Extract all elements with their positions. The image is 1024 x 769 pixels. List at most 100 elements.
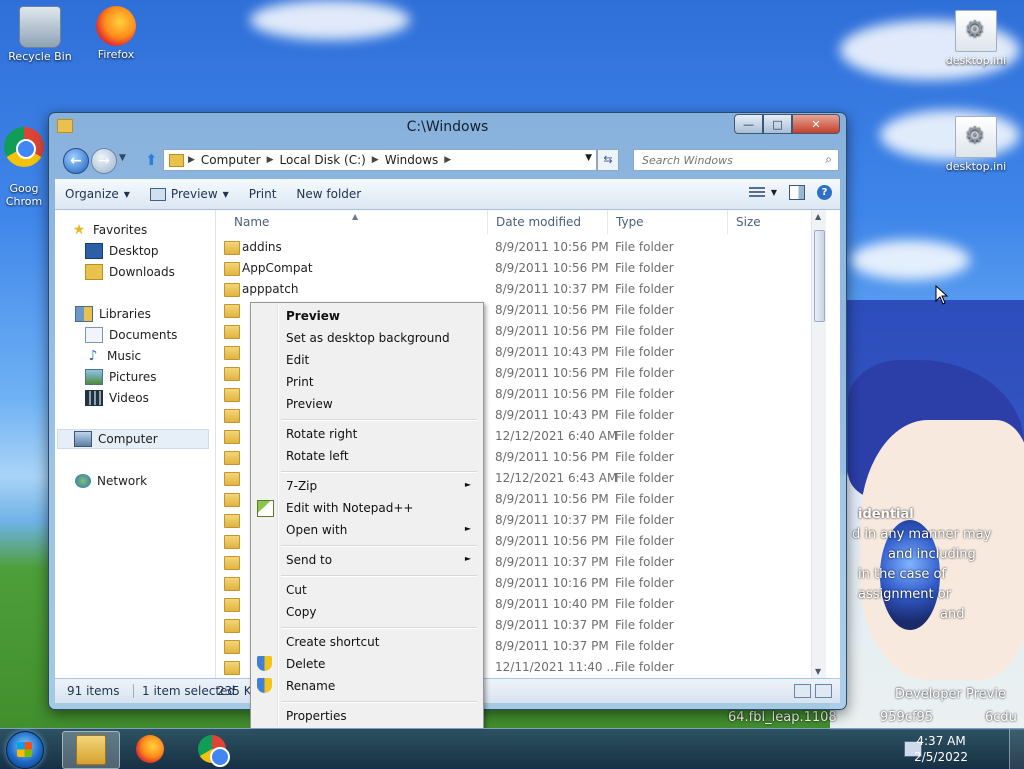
window-title: C:\Windows — [406, 119, 489, 135]
wallpaper-text: 959cf95 — [880, 710, 934, 725]
menu-item-label: Properties — [286, 709, 347, 723]
preview-pane-icon[interactable] — [789, 185, 805, 200]
recent-pages-dropdown[interactable]: ▼ — [119, 153, 126, 163]
menu-item-copy[interactable]: Copy — [251, 601, 481, 623]
chevron-right-icon[interactable]: ▶ — [444, 155, 451, 165]
desktop-icon-firefox[interactable]: Firefox — [78, 6, 154, 61]
breadcrumb-computer[interactable]: Computer — [195, 153, 267, 167]
maximize-button[interactable]: □ — [763, 114, 792, 134]
large-icons-view-icon[interactable] — [815, 684, 832, 698]
preview-button[interactable]: Preview ▼ — [140, 187, 239, 201]
scroll-down-icon[interactable]: ▼ — [815, 667, 821, 676]
scrollbar-thumb[interactable] — [814, 230, 825, 322]
nav-item-videos[interactable]: Videos — [85, 390, 149, 406]
folder-icon — [224, 367, 240, 381]
table-row[interactable]: addins 8/9/2011 10:56 PM File folder — [216, 237, 826, 258]
vertical-scrollbar[interactable]: ▲ ▼ — [811, 210, 826, 678]
nav-item-downloads[interactable]: Downloads — [85, 264, 175, 280]
desktop-icon-recycle-bin[interactable]: Recycle Bin — [2, 6, 78, 63]
menu-item-edit-with-notepad[interactable]: Edit with Notepad++ — [251, 497, 481, 519]
column-label: Name — [234, 215, 270, 229]
chevron-right-icon[interactable]: ▶ — [372, 155, 379, 165]
menu-item-delete[interactable]: Delete — [251, 653, 481, 675]
uac-shield-icon — [257, 656, 272, 671]
menu-item-label: Delete — [286, 657, 326, 671]
nav-item-desktop[interactable]: Desktop — [85, 243, 159, 259]
breadcrumb-windows[interactable]: Windows — [379, 153, 445, 167]
chevron-down-icon[interactable]: ▼ — [585, 153, 592, 163]
menu-item-rotate-left[interactable]: Rotate left — [251, 445, 481, 467]
breadcrumb-local-disk[interactable]: Local Disk (C:) — [274, 153, 372, 167]
column-header-date-modified[interactable]: Date modified — [488, 210, 608, 234]
close-button[interactable]: ✕ — [792, 114, 840, 134]
new-folder-button[interactable]: New folder — [286, 187, 371, 201]
menu-item-open-with[interactable]: Open with ► — [251, 519, 481, 541]
refresh-button[interactable]: ⇆ — [597, 149, 619, 171]
show-desktop-button[interactable] — [1009, 729, 1024, 769]
change-view-button[interactable]: ▼ — [748, 186, 777, 199]
explorer-icon — [76, 735, 106, 765]
details-view-icon[interactable] — [794, 684, 811, 698]
desktop-icon-desktop-ini[interactable]: desktop.ini — [938, 116, 1014, 173]
menu-item-create-shortcut[interactable]: Create shortcut — [251, 631, 481, 653]
clock[interactable]: 4:37 AM 2/5/2022 — [914, 733, 968, 765]
desktop-icon-desktop-ini[interactable]: desktop.ini — [938, 10, 1014, 67]
uac-shield-icon — [257, 678, 272, 693]
column-header-size[interactable]: Size — [728, 210, 812, 234]
nav-item-libraries[interactable]: Libraries — [75, 306, 151, 322]
column-header-name[interactable]: Name ▲ — [226, 210, 488, 234]
table-row[interactable]: AppCompat 8/9/2011 10:56 PM File folder — [216, 258, 826, 279]
menu-item-set-desktop-background[interactable]: Set as desktop background — [251, 327, 481, 349]
search-icon[interactable]: ⌕ — [825, 152, 832, 167]
menu-item-properties[interactable]: Properties — [251, 705, 481, 727]
menu-item-7-zip[interactable]: 7-Zip ► — [251, 475, 481, 497]
title-bar[interactable]: C:\Windows — □ ✕ — [49, 113, 846, 141]
start-button[interactable] — [6, 731, 44, 769]
organize-button[interactable]: Organize ▼ — [55, 187, 140, 201]
nav-item-documents[interactable]: Documents — [85, 327, 177, 343]
column-header-type[interactable]: Type — [608, 210, 728, 234]
desktop-icon-chrome[interactable]: Goog Chrom — [0, 114, 52, 221]
menu-item-print[interactable]: Print — [251, 371, 481, 393]
nav-item-computer[interactable]: Computer — [57, 429, 209, 449]
taskbar-firefox[interactable] — [122, 731, 178, 767]
menu-item-preview-bold[interactable]: Preview — [251, 305, 481, 327]
print-button[interactable]: Print — [239, 187, 287, 201]
back-button[interactable]: ← — [63, 148, 89, 174]
address-bar[interactable]: ▶ Computer ▶ Local Disk (C:) ▶ Windows ▶… — [163, 149, 597, 171]
nav-label: Computer — [98, 432, 158, 446]
file-type: File folder — [615, 282, 674, 296]
nav-item-favorites[interactable]: ★ Favorites — [71, 222, 148, 238]
chevron-right-icon[interactable]: ▶ — [267, 155, 274, 165]
search-box[interactable]: ⌕ — [633, 149, 839, 171]
folder-icon — [224, 409, 240, 423]
file-date: 12/12/2021 6:40 AM — [495, 429, 618, 443]
menu-item-cut[interactable]: Cut — [251, 579, 481, 601]
table-row[interactable]: apppatch 8/9/2011 10:37 PM File folder — [216, 279, 826, 300]
file-date: 8/9/2011 10:56 PM — [495, 366, 609, 380]
taskbar-explorer[interactable] — [62, 731, 120, 769]
nav-item-network[interactable]: Network — [75, 474, 147, 488]
submenu-arrow-icon: ► — [464, 524, 471, 533]
settings-file-icon — [955, 10, 997, 52]
menu-item-rotate-right[interactable]: Rotate right — [251, 423, 481, 445]
menu-item-edit[interactable]: Edit — [251, 349, 481, 371]
music-icon: ♪ — [88, 348, 98, 364]
search-input[interactable] — [640, 150, 814, 170]
nav-item-music[interactable]: ♪ Music — [85, 348, 142, 364]
forward-button[interactable]: → — [91, 148, 117, 174]
folder-icon — [224, 661, 240, 675]
firefox-icon — [136, 735, 164, 763]
file-type: File folder — [615, 366, 674, 380]
menu-item-rename[interactable]: Rename — [251, 675, 481, 697]
taskbar-chrome[interactable] — [184, 731, 240, 767]
minimize-button[interactable]: — — [734, 114, 763, 134]
menu-item-preview[interactable]: Preview — [251, 393, 481, 415]
help-icon[interactable]: ? — [817, 185, 832, 200]
file-type: File folder — [615, 576, 674, 590]
chevron-right-icon[interactable]: ▶ — [188, 155, 195, 165]
scroll-up-icon[interactable]: ▲ — [815, 212, 821, 221]
nav-item-pictures[interactable]: Pictures — [85, 369, 157, 385]
up-arrow-icon[interactable]: ⬆ — [145, 151, 158, 169]
menu-item-send-to[interactable]: Send to ► — [251, 549, 481, 571]
